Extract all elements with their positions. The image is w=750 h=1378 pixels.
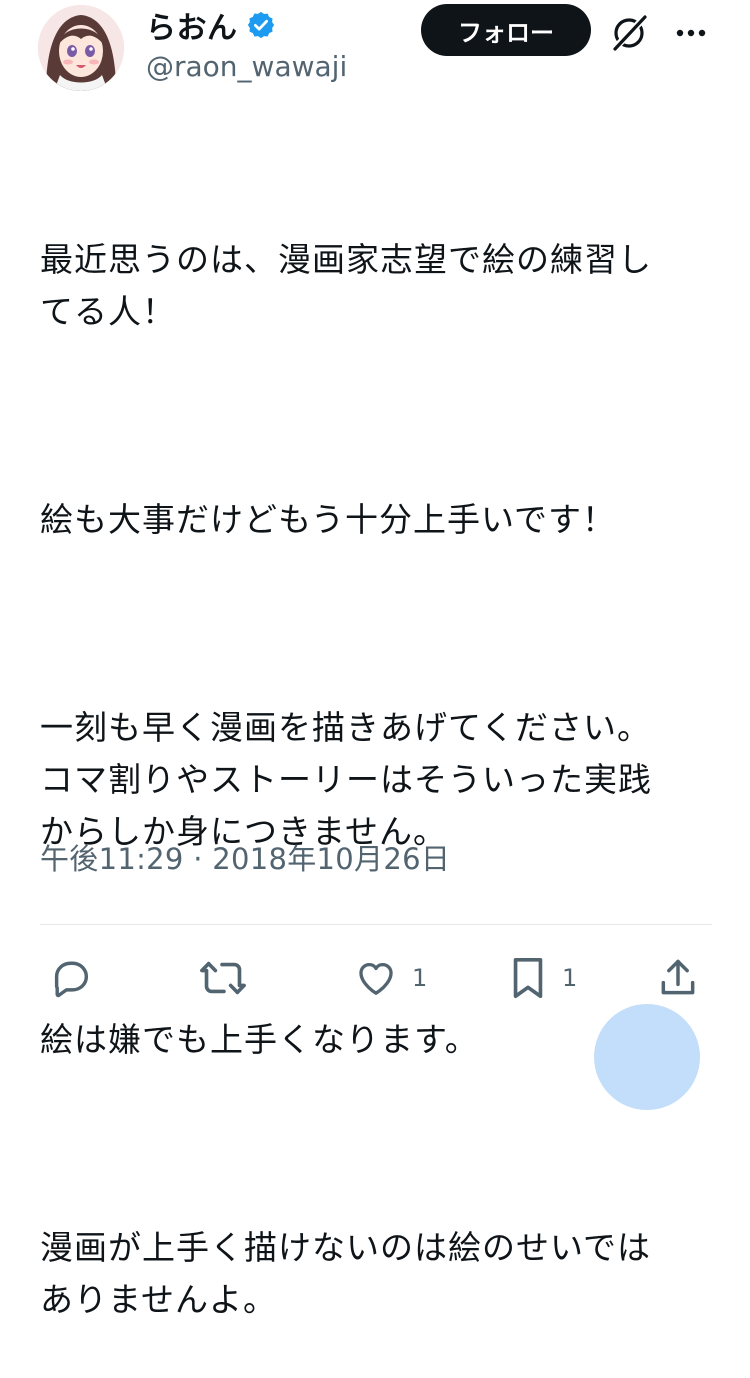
retweet-button[interactable] (198, 948, 248, 1008)
bookmark-count: 1 (562, 964, 578, 992)
like-count: 1 (412, 964, 428, 992)
verified-badge-icon (246, 10, 276, 40)
author-handle[interactable]: @raon_wawaji (146, 50, 347, 83)
grok-icon[interactable] (608, 12, 650, 54)
display-name[interactable]: らおん (146, 3, 238, 47)
tweet-paragraph: 絵も大事だけどもう十分上手いです！ (40, 500, 617, 539)
reply-button[interactable] (48, 948, 94, 1008)
tweet-text: 最近思うのは、漫画家志望で絵の練習し てる人！ 絵も大事だけどもう十分上手いです… (40, 130, 720, 1378)
retweet-icon (198, 955, 248, 1001)
follow-button[interactable]: フォロー (421, 4, 591, 56)
bookmark-icon (508, 955, 548, 1001)
bookmark-button[interactable]: 1 (508, 948, 577, 1008)
tweet-paragraph: 一刻も早く漫画を描きあげてください。 コマ割りやストーリーはそういった実践 から… (40, 708, 652, 851)
more-options-icon[interactable] (670, 12, 712, 54)
author-name-row: らおん (146, 4, 276, 46)
share-button[interactable] (656, 948, 700, 1008)
tweet-timestamp[interactable]: 午後11:29 · 2018年10月26日 (40, 836, 450, 878)
heart-icon (354, 956, 398, 1000)
tweet-header: らおん @raon_wawaji フォロー (0, 0, 750, 100)
divider (40, 924, 712, 925)
avatar[interactable] (38, 5, 124, 91)
floating-compose-button[interactable] (594, 1004, 700, 1110)
reply-icon (48, 955, 94, 1001)
like-button[interactable]: 1 (354, 948, 427, 1008)
action-bar: 1 1 (0, 948, 750, 1008)
tweet-paragraph: 漫画が上手く描けないのは絵のせいでは ありませんよ。 (40, 1228, 652, 1319)
share-icon (656, 955, 700, 1001)
tweet-paragraph: 最近思うのは、漫画家志望で絵の練習し てる人！ (40, 240, 652, 331)
